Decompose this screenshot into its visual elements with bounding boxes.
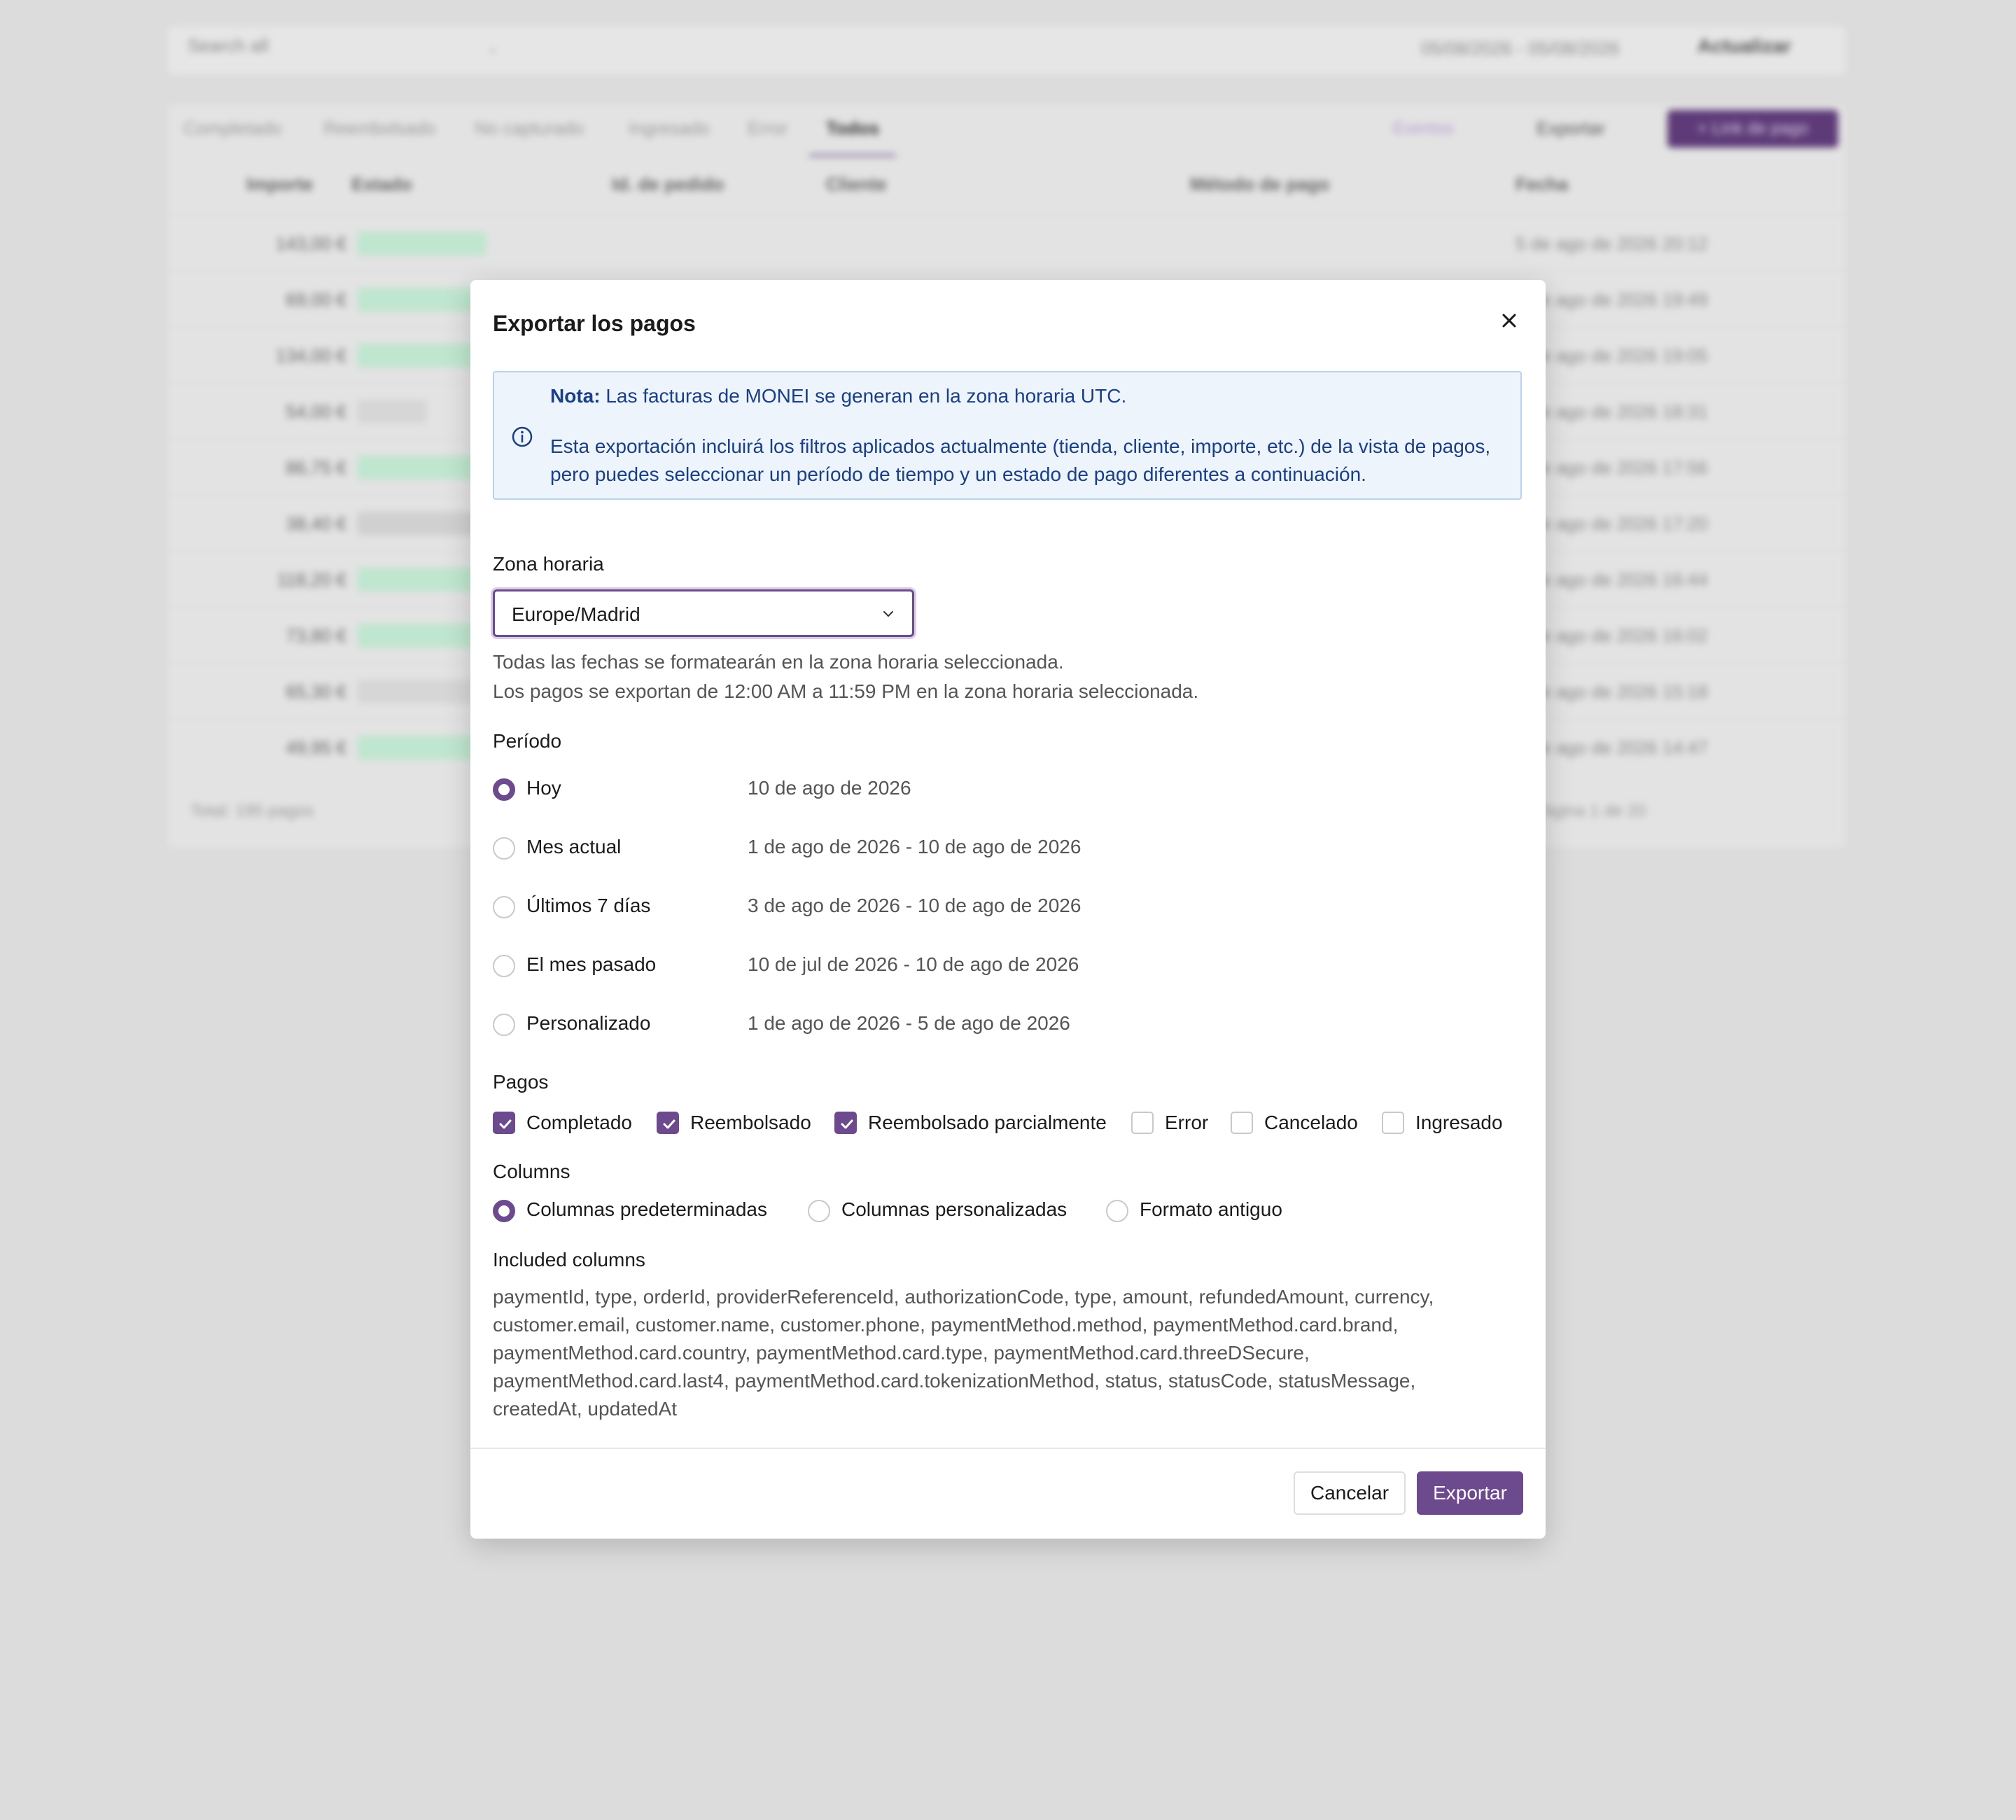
header-estado: Estado xyxy=(351,174,412,195)
payments-label: Pagos xyxy=(493,1071,549,1093)
status-badge xyxy=(357,344,486,368)
columns-label: Columns xyxy=(493,1161,570,1182)
checkbox-label: Reembolsado parcialmente xyxy=(868,1112,1107,1133)
info-icon xyxy=(511,426,533,448)
period-label-text: El mes pasado xyxy=(526,953,657,975)
columns-option-label: Columnas personalizadas xyxy=(841,1198,1068,1220)
status-badge xyxy=(357,568,486,592)
note-bold: Nota: xyxy=(550,385,601,407)
checkbox-box[interactable] xyxy=(1382,1112,1404,1134)
status-badge xyxy=(357,232,486,255)
checkbox-label: Cancelado xyxy=(1264,1112,1358,1133)
tab-ingresado[interactable]: Ingresado xyxy=(629,118,710,139)
note-line-2: Esta exportación incluirá los filtros ap… xyxy=(550,435,1491,485)
checkbox-label: Ingresado xyxy=(1415,1112,1503,1133)
tab-no-capturado[interactable]: No capturado xyxy=(475,118,584,139)
info-note: Nota: Las facturas de MONEI se generan e… xyxy=(493,371,1522,500)
columns-option-label: Formato antiguo xyxy=(1140,1198,1282,1220)
tab-completado[interactable]: Completado xyxy=(183,118,281,139)
active-tab-indicator xyxy=(809,154,896,157)
tab-error[interactable]: Error xyxy=(748,118,788,139)
status-badge xyxy=(357,512,486,536)
radio-button[interactable] xyxy=(493,955,515,977)
radio-button[interactable] xyxy=(493,1014,515,1036)
status-badge xyxy=(357,456,486,479)
header-pedido: Id. de pedido xyxy=(612,174,724,195)
export-button[interactable]: Exportar xyxy=(1417,1471,1523,1515)
timezone-label: Zona horaria xyxy=(493,553,604,575)
checkbox-label: Reembolsado xyxy=(690,1112,811,1133)
search-input[interactable]: Search all xyxy=(188,35,269,57)
pagination[interactable]: Página 1 de 20 xyxy=(1533,802,1646,821)
status-badge xyxy=(357,288,486,312)
period-label-text: Últimos 7 días xyxy=(526,895,651,916)
chevron-down-icon xyxy=(880,606,897,622)
check-icon[interactable] xyxy=(493,1112,515,1134)
date-range-picker[interactable]: 05/08/2026 - 05/08/2026 xyxy=(1421,38,1619,59)
header-importe: Importe xyxy=(246,174,314,195)
chevron-down-icon: ⌄ xyxy=(486,41,498,56)
columns-option-label: Columnas predeterminadas xyxy=(526,1198,767,1220)
export-modal: Exportar los pagos Nota: Las facturas de… xyxy=(470,280,1546,1539)
table-total: Total: 195 pagos xyxy=(190,802,314,820)
period-range: 10 de ago de 2026 xyxy=(748,777,911,799)
status-badge xyxy=(357,400,427,424)
radio-button[interactable] xyxy=(493,1200,515,1222)
period-range: 10 de jul de 2026 - 10 de ago de 2026 xyxy=(748,953,1079,975)
note-text: Las facturas de MONEI se generan en la z… xyxy=(600,385,1127,407)
tab-todos[interactable]: Todos xyxy=(826,118,879,139)
period-range: 1 de ago de 2026 - 10 de ago de 2026 xyxy=(748,836,1082,858)
checkbox-label: Error xyxy=(1165,1112,1209,1133)
refresh-button[interactable]: Actualizar xyxy=(1698,35,1791,57)
radio-button[interactable] xyxy=(493,778,515,801)
note-line-1: Nota: Las facturas de MONEI se generan e… xyxy=(550,382,1126,410)
radio-button[interactable] xyxy=(1106,1200,1128,1222)
radio-button[interactable] xyxy=(493,896,515,918)
checkbox-box[interactable] xyxy=(1231,1112,1253,1134)
tab-reembolsado[interactable]: Reembolsado xyxy=(323,118,435,139)
header-cliente: Cliente xyxy=(826,174,887,195)
check-icon[interactable] xyxy=(834,1112,857,1134)
status-badge xyxy=(357,736,486,760)
timezone-select[interactable]: Europe/Madrid xyxy=(493,589,914,637)
cancel-button[interactable]: Cancelar xyxy=(1294,1471,1406,1515)
timezone-value: Europe/Madrid xyxy=(512,603,640,625)
check-icon[interactable] xyxy=(657,1112,679,1134)
timezone-help-1: Todas las fechas se formatearán en la zo… xyxy=(493,651,1064,673)
period-label-text: Mes actual xyxy=(526,836,622,858)
footer-divider xyxy=(470,1448,1546,1449)
radio-button[interactable] xyxy=(493,837,515,860)
period-range: 1 de ago de 2026 - 5 de ago de 2026 xyxy=(748,1012,1070,1034)
radio-button[interactable] xyxy=(808,1200,830,1222)
included-columns-list: paymentId, type, orderId, providerRefere… xyxy=(493,1286,1434,1420)
period-range: 3 de ago de 2026 - 10 de ago de 2026 xyxy=(748,895,1082,916)
period-label-text: Personalizado xyxy=(526,1012,651,1034)
period-label: Período xyxy=(493,730,562,752)
header-fecha: Fecha xyxy=(1516,174,1569,195)
included-columns-label: Included columns xyxy=(493,1249,645,1270)
timezone-help-2: Los pagos se exportan de 12:00 AM a 11:5… xyxy=(493,680,1199,702)
close-icon[interactable] xyxy=(1495,307,1523,335)
status-badge xyxy=(357,624,486,648)
period-label-text: Hoy xyxy=(526,777,561,799)
new-payment-link-button[interactable]: + Link de pago xyxy=(1667,110,1838,148)
checkbox-label: Completado xyxy=(526,1112,632,1133)
export-button-bg[interactable]: Exportar xyxy=(1536,118,1605,139)
table-row[interactable]: 143,00 €5 de ago de 2026 20:12 xyxy=(168,214,1845,271)
checkbox-box[interactable] xyxy=(1131,1112,1154,1134)
events-button[interactable]: Eventos xyxy=(1393,119,1454,139)
status-badge xyxy=(357,680,486,704)
header-metodo: Método de pago xyxy=(1190,174,1330,195)
modal-title: Exportar los pagos xyxy=(493,311,696,336)
